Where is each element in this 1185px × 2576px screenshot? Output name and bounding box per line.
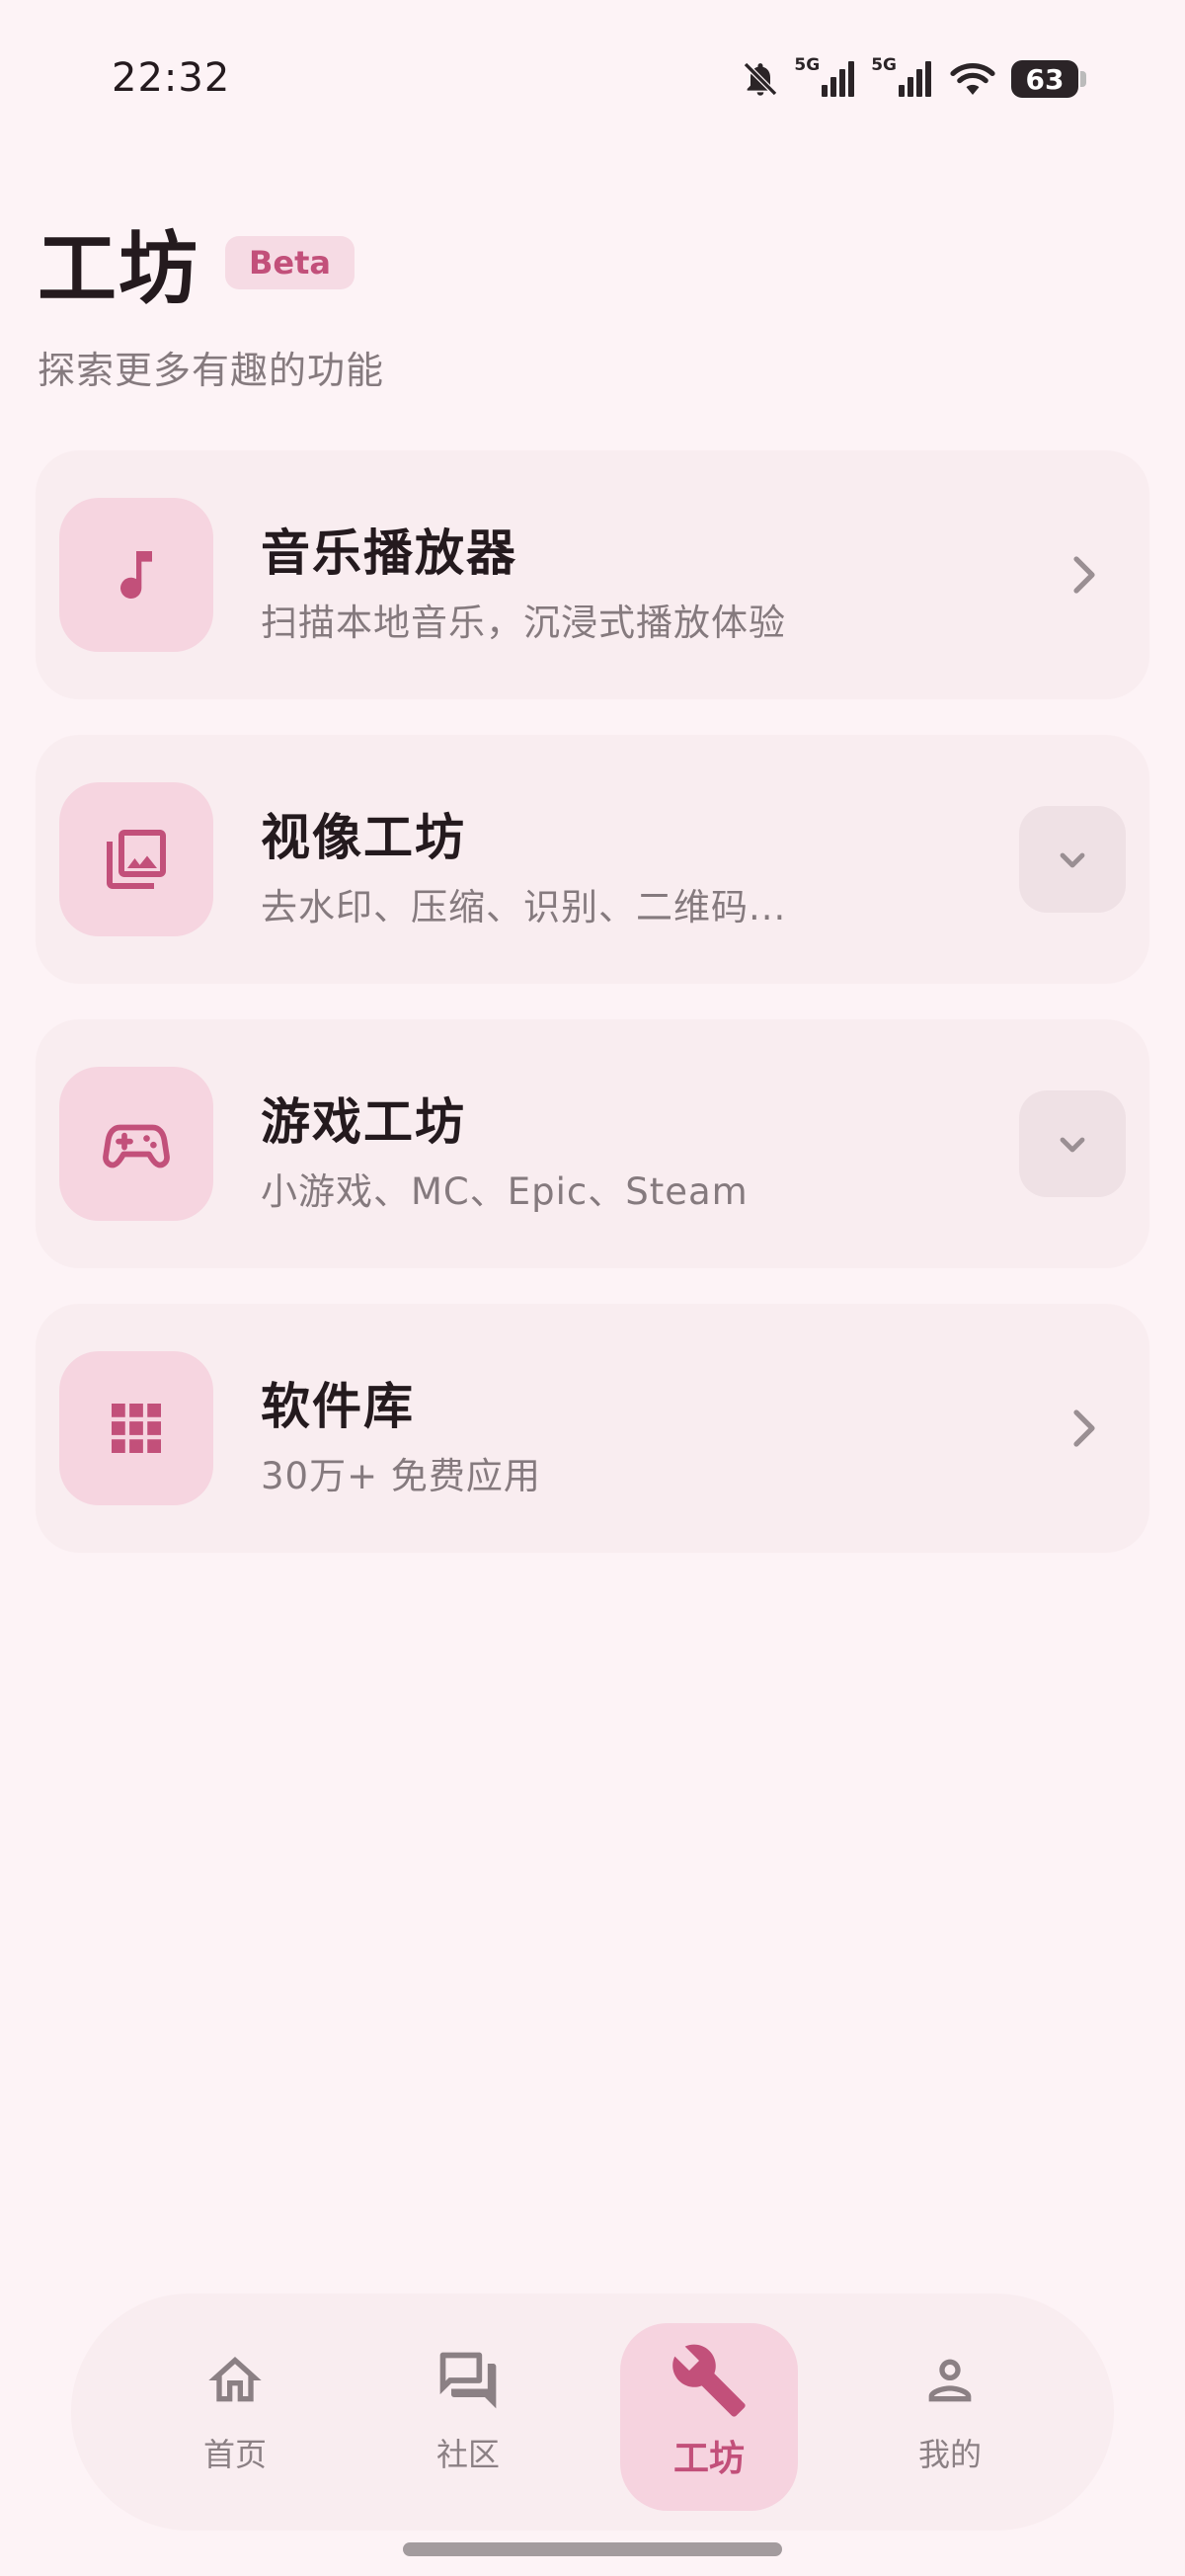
bottom-nav: 首页 社区 工坊 我的 xyxy=(71,2294,1114,2531)
nav-item-home[interactable]: 首页 xyxy=(146,2323,324,2511)
network-type-label: 5G xyxy=(794,55,821,75)
signal-icon: 5G xyxy=(794,55,857,99)
card-icon-tile xyxy=(59,498,213,652)
signal-icon: 5G xyxy=(871,55,934,99)
card-description: 小游戏、MC、Epic、Steam xyxy=(261,1170,749,1213)
page-title: 工坊 xyxy=(38,223,199,315)
card-title: 游戏工坊 xyxy=(261,1093,466,1151)
title-row: 工坊 Beta xyxy=(38,205,384,320)
music-player-card[interactable]: 音乐播放器 扫描本地音乐，沉浸式播放体验 xyxy=(36,450,1149,699)
network-type-label: 5G xyxy=(871,55,897,75)
card-icon-tile xyxy=(59,782,213,936)
status-icons: 5G 5G 63 xyxy=(741,55,1086,103)
beta-badge: Beta xyxy=(225,236,355,289)
chevron-down-icon xyxy=(1060,852,1085,868)
status-bar: 22:32 5G 5G 63 xyxy=(0,0,1185,158)
music-note-icon xyxy=(120,551,152,600)
card-icon-tile xyxy=(59,1351,213,1505)
nav-label: 工坊 xyxy=(672,2439,745,2479)
game-workshop-card[interactable]: 游戏工坊 小游戏、MC、Epic、Steam xyxy=(36,1019,1149,1268)
card-icon-tile xyxy=(59,1067,213,1221)
battery-level: 63 xyxy=(1025,62,1065,96)
card-description: 扫描本地音乐，沉浸式播放体验 xyxy=(261,602,786,644)
chevron-right-icon[interactable] xyxy=(1059,549,1110,601)
workshop-page: 22:32 5G 5G 63 工坊 Beta 探索更多有趣的功能 音乐播放器 扫… xyxy=(0,0,1185,2576)
app-grid-icon xyxy=(112,1404,161,1453)
home-indicator[interactable] xyxy=(403,2542,782,2556)
status-time: 22:32 xyxy=(112,55,231,101)
card-title: 视像工坊 xyxy=(261,809,466,866)
wrench-icon xyxy=(670,2341,749,2420)
nav-label: 我的 xyxy=(917,2436,982,2473)
forum-icon xyxy=(429,2341,508,2420)
card-description: 去水印、压缩、识别、二维码... xyxy=(261,886,787,928)
page-subtitle: 探索更多有趣的功能 xyxy=(38,349,385,392)
card-description: 30万+ 免费应用 xyxy=(261,1455,541,1497)
nav-item-profile[interactable]: 我的 xyxy=(861,2323,1039,2511)
gamepad-icon xyxy=(103,1124,170,1168)
chevron-down-icon xyxy=(1060,1137,1085,1153)
battery-icon: 63 xyxy=(1011,60,1086,98)
nav-item-workshop[interactable]: 工坊 xyxy=(620,2323,798,2511)
video-workshop-card[interactable]: 视像工坊 去水印、压缩、识别、二维码... xyxy=(36,735,1149,984)
expand-button[interactable] xyxy=(1019,1090,1126,1197)
page-header: 工坊 Beta 探索更多有趣的功能 xyxy=(38,205,384,394)
nav-label: 首页 xyxy=(202,2436,267,2473)
person-icon xyxy=(910,2341,989,2420)
feature-list: 音乐播放器 扫描本地音乐，沉浸式播放体验 视像工坊 去水印、压缩、识别、二维码.… xyxy=(36,450,1149,1588)
nav-label: 社区 xyxy=(435,2436,500,2473)
nav-item-community[interactable]: 社区 xyxy=(379,2323,557,2511)
software-library-card[interactable]: 软件库 30万+ 免费应用 xyxy=(36,1304,1149,1553)
card-title: 音乐播放器 xyxy=(261,524,517,582)
bell-off-icon xyxy=(744,61,778,97)
photo-library-icon xyxy=(107,830,166,889)
card-title: 软件库 xyxy=(261,1378,415,1435)
chevron-right-icon[interactable] xyxy=(1059,1403,1110,1454)
wifi-icon xyxy=(950,63,995,95)
home-icon xyxy=(196,2341,275,2420)
expand-button[interactable] xyxy=(1019,806,1126,913)
